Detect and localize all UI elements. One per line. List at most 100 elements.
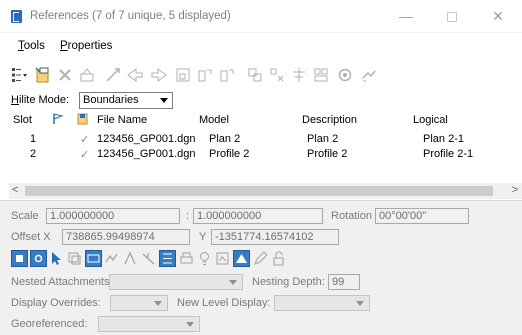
new-level-display-label: New Level Display:: [177, 297, 271, 309]
reload-reference-icon[interactable]: [78, 66, 96, 84]
column-header-file-name[interactable]: File Name: [97, 114, 147, 126]
cell-description: Plan 2: [307, 133, 339, 145]
maximize-icon: [447, 12, 457, 23]
mirror-vertical-icon[interactable]: [246, 66, 264, 84]
offset-x-label: Offset X: [11, 231, 51, 243]
references-toolbar: [0, 62, 522, 88]
cell-slot: 1: [30, 133, 37, 145]
display-overrides-label: Display Overrides:: [11, 297, 101, 309]
menu-properties-label: roperties: [67, 40, 113, 52]
exchange-reference-icon[interactable]: [104, 66, 122, 84]
check-icon: ✓: [80, 149, 90, 161]
hilite-mode-mnemonic: H: [11, 94, 19, 106]
horizontal-scrollbar[interactable]: < >: [9, 183, 522, 199]
level-icon[interactable]: [214, 250, 231, 267]
menu-properties-mnemonic: P: [60, 40, 68, 52]
snap-toggle-icon[interactable]: [30, 250, 47, 267]
locate-toggle-icon[interactable]: [48, 250, 65, 267]
unlock-icon[interactable]: [270, 250, 287, 267]
offset-y-label: Y: [199, 231, 207, 243]
references-table: Slot File Name Model Description Logical…: [9, 111, 522, 183]
cell-description: Profile 2: [307, 148, 348, 160]
scrollbar-thumb[interactable]: [25, 186, 493, 196]
column-header-slot[interactable]: Slot: [13, 114, 32, 126]
nesting-depth-field[interactable]: 99: [328, 274, 360, 290]
close-button[interactable]: ✕: [475, 0, 521, 33]
rotation-label: Rotation: [331, 210, 372, 222]
maximize-button[interactable]: [429, 0, 475, 33]
scale-master-field[interactable]: 1.000000000: [46, 208, 180, 224]
georeferenced-label: Georeferenced:: [11, 318, 88, 330]
display-overrides-select[interactable]: [110, 295, 168, 311]
column-header-model[interactable]: Model: [199, 114, 229, 126]
clip-mask-icon[interactable]: [290, 66, 308, 84]
nested-attachments-label: Nested Attachments:: [11, 276, 113, 288]
display-flag-icon[interactable]: [52, 113, 64, 128]
title-bar: References (7 of 7 unique, 5 displayed) …: [0, 0, 522, 33]
scale-reference-field[interactable]: 1.000000000: [193, 208, 323, 224]
pen-icon[interactable]: [252, 250, 269, 267]
use-lights-icon[interactable]: [85, 250, 102, 267]
cell-slot: 2: [30, 148, 37, 160]
chevron-down-icon: [229, 280, 237, 285]
chevron-down-icon: [160, 98, 168, 103]
ignore-attachment-icon[interactable]: [66, 250, 83, 267]
cell-logical: Profile 2-1: [423, 148, 474, 160]
column-header-logical[interactable]: Logical: [413, 114, 448, 126]
hilite-mode-label-text: ilite Mode:: [18, 94, 70, 106]
print-icon[interactable]: [178, 250, 195, 267]
hilite-reference-icon[interactable]: [360, 66, 378, 84]
references-app-icon: [11, 10, 22, 23]
detach-reference-icon[interactable]: [56, 66, 74, 84]
hilite-mode-label: Hilite Mode:: [11, 94, 69, 106]
scroll-left-icon[interactable]: <: [12, 184, 18, 196]
table-row[interactable]: 2 ✓ 123456_GP001.dgn Profile 2 Profile 2…: [9, 148, 522, 161]
move-reference-icon[interactable]: [126, 66, 144, 84]
cell-model: Profile 2: [209, 148, 250, 160]
reference-presentation-icon[interactable]: [336, 66, 354, 84]
cell-file-name: 123456_GP001.dgn: [97, 133, 196, 145]
menu-tools-label: ools: [23, 40, 45, 52]
file-status-icon[interactable]: [77, 113, 88, 128]
cell-model: Plan 2: [209, 133, 241, 145]
chevron-down-icon: [186, 322, 194, 327]
clip-front-icon[interactable]: [122, 250, 139, 267]
clip-boundary-icon[interactable]: [268, 66, 286, 84]
column-header-description[interactable]: Description: [302, 114, 357, 126]
clip-delete-icon[interactable]: [312, 66, 330, 84]
offset-y-field[interactable]: -1351774.16574102: [211, 229, 339, 245]
scale-separator: :: [186, 210, 190, 222]
georeferenced-select[interactable]: [98, 316, 200, 332]
chevron-down-icon: [154, 301, 162, 306]
display-list-icon[interactable]: [10, 66, 28, 84]
mirror-horizontal-icon[interactable]: [218, 66, 236, 84]
nested-attachments-select[interactable]: [109, 274, 243, 290]
copy-reference-icon[interactable]: [150, 66, 168, 84]
minimize-button[interactable]: —: [383, 0, 429, 33]
new-level-display-select[interactable]: [274, 295, 370, 311]
menu-tools[interactable]: Tools: [18, 40, 45, 52]
attach-reference-icon[interactable]: [34, 66, 52, 84]
offset-x-field[interactable]: 738865.99498974: [62, 229, 190, 245]
check-icon: ✓: [80, 134, 90, 146]
scale-reference-icon[interactable]: [174, 66, 192, 84]
chevron-down-icon: [356, 301, 364, 306]
hilite-mode-value: Boundaries: [83, 94, 139, 106]
level-display-icon[interactable]: [159, 250, 176, 267]
display-toggle-icon[interactable]: [11, 250, 28, 267]
table-header: Slot File Name Model Description Logical: [9, 111, 522, 129]
scale-label: Scale: [11, 210, 39, 222]
light-bulb-icon[interactable]: [196, 250, 213, 267]
cell-logical: Plan 2-1: [423, 133, 464, 145]
clip-back-icon[interactable]: [140, 250, 157, 267]
scroll-right-icon[interactable]: >: [512, 184, 518, 196]
raster-icon[interactable]: [233, 250, 250, 267]
table-row[interactable]: 1 ✓ 123456_GP001.dgn Plan 2 Plan 2 Plan …: [9, 133, 522, 146]
hilite-mode-select[interactable]: Boundaries: [79, 92, 173, 109]
window-title: References (7 of 7 unique, 5 displayed): [30, 10, 231, 22]
rotate-reference-icon[interactable]: [196, 66, 214, 84]
menu-properties[interactable]: Properties: [60, 40, 112, 52]
rotation-field[interactable]: 00°00'00": [375, 208, 469, 224]
treat-as-element-icon[interactable]: [104, 250, 121, 267]
nesting-depth-label: Nesting Depth:: [252, 276, 325, 288]
